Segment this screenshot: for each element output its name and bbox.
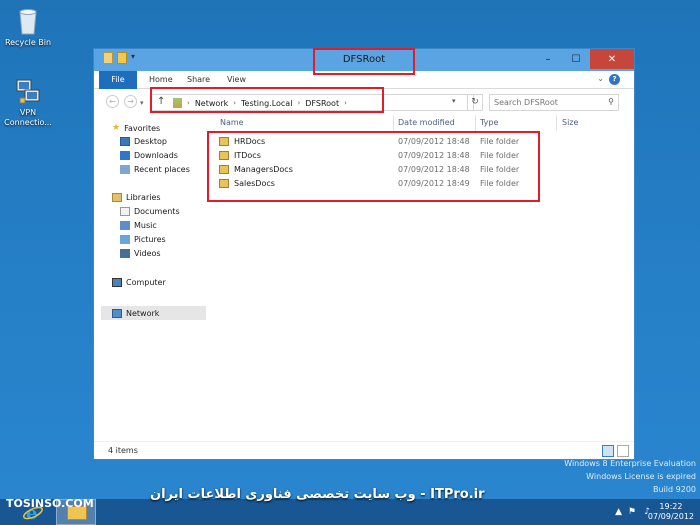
window-controls: – ☐ ✕ — [534, 49, 634, 69]
nav-computer-label: Computer — [126, 278, 166, 287]
tosinso-banner: TOSINSO.COM — [6, 497, 94, 510]
nav-computer[interactable]: Computer — [112, 278, 166, 287]
column-size[interactable]: Size — [562, 118, 578, 127]
nav-favorites-label: Favorites — [124, 123, 161, 133]
highlight-title — [313, 48, 415, 75]
refresh-button[interactable]: ↻ — [467, 94, 483, 111]
nav-network-label: Network — [126, 308, 160, 318]
recent-places-icon — [120, 165, 130, 174]
nav-music[interactable]: Music — [120, 221, 157, 230]
column-type[interactable]: Type — [480, 118, 498, 127]
watermark-line3: Build 9200 — [653, 485, 696, 494]
nav-pictures-label: Pictures — [134, 235, 166, 244]
nav-downloads[interactable]: Downloads — [120, 151, 178, 160]
videos-icon — [120, 249, 130, 258]
address-dropdown-icon[interactable]: ▾ — [452, 97, 456, 105]
pictures-icon — [120, 235, 130, 244]
nav-favorites[interactable]: ★ Favorites — [112, 123, 160, 133]
back-button[interactable]: ← — [106, 95, 119, 108]
desktop-icon-recycle-bin[interactable]: Recycle Bin — [0, 6, 56, 48]
close-button[interactable]: ✕ — [590, 49, 634, 69]
watermark-line1: Windows 8 Enterprise Evaluation — [564, 459, 696, 468]
navigation-pane: ★ Favorites Desktop Downloads Recent pla… — [94, 115, 206, 441]
search-icon[interactable]: ⚲ — [608, 97, 614, 106]
downloads-icon — [120, 151, 130, 160]
computer-icon — [112, 278, 122, 287]
maximize-button[interactable]: ☐ — [562, 49, 590, 69]
details-view-icon[interactable] — [602, 445, 614, 457]
clock[interactable]: 19:22 07/09/2012 — [648, 502, 694, 522]
taskbar: e ▲ ⚑ ♪ 19:22 07/09/2012 — [0, 499, 700, 525]
forward-button[interactable]: → — [124, 95, 137, 108]
flag-icon[interactable]: ⚑ — [628, 507, 636, 517]
nav-desktop[interactable]: Desktop — [120, 137, 167, 146]
nav-recent-label: Recent places — [134, 165, 190, 174]
column-separator[interactable] — [393, 115, 394, 131]
nav-downloads-label: Downloads — [134, 151, 178, 160]
minimize-button[interactable]: – — [534, 49, 562, 69]
recent-locations-icon[interactable]: ▾ — [140, 99, 144, 107]
column-separator[interactable] — [475, 115, 476, 131]
column-date-modified[interactable]: Date modified — [398, 118, 455, 127]
column-separator[interactable] — [556, 115, 557, 131]
desktop-icon — [120, 137, 130, 146]
libraries-icon — [112, 193, 122, 202]
watermark-line2: Windows License is expired — [586, 472, 696, 481]
large-icons-view-icon[interactable] — [617, 445, 629, 457]
nav-videos[interactable]: Videos — [120, 249, 161, 258]
nav-videos-label: Videos — [134, 249, 161, 258]
itpro-banner: ITPro.ir - وب سایت تخصصی فناوری اطلاعات … — [150, 487, 485, 502]
column-name[interactable]: Name — [220, 118, 244, 127]
network-tray-icon[interactable]: ▲ — [615, 507, 622, 517]
nav-libraries-label: Libraries — [126, 193, 161, 202]
nav-pictures[interactable]: Pictures — [120, 235, 166, 244]
tab-file[interactable]: File — [99, 71, 137, 89]
highlight-files — [207, 131, 540, 202]
highlight-address — [150, 87, 384, 113]
recycle-bin-label: Recycle Bin — [4, 38, 52, 47]
network-icon — [112, 308, 122, 318]
nav-documents-label: Documents — [134, 207, 180, 216]
item-count: 4 items — [108, 446, 138, 455]
clock-time: 19:22 — [659, 502, 683, 511]
star-icon: ★ — [112, 123, 121, 133]
desktop-icon-vpn[interactable]: VPN Connectio... — [0, 78, 56, 128]
search-input[interactable] — [490, 95, 600, 110]
music-icon — [120, 221, 130, 230]
nav-documents[interactable]: Documents — [120, 207, 180, 216]
nav-desktop-label: Desktop — [134, 137, 167, 146]
vpn-connection-icon — [16, 79, 40, 104]
documents-icon — [120, 207, 130, 216]
nav-music-label: Music — [134, 221, 157, 230]
nav-libraries[interactable]: Libraries — [112, 193, 161, 202]
recycle-bin-icon — [19, 9, 37, 35]
clock-date: 07/09/2012 — [647, 512, 694, 521]
nav-network[interactable]: Network — [101, 306, 206, 320]
help-icon[interactable]: ? — [609, 74, 620, 85]
expand-ribbon-icon[interactable]: ⌄ — [597, 74, 604, 83]
status-bar: 4 items — [94, 441, 634, 459]
vpn-connection-label: VPN Connectio... — [4, 108, 52, 127]
nav-recent-places[interactable]: Recent places — [120, 165, 190, 174]
search-box[interactable]: ⚲ — [489, 94, 619, 111]
